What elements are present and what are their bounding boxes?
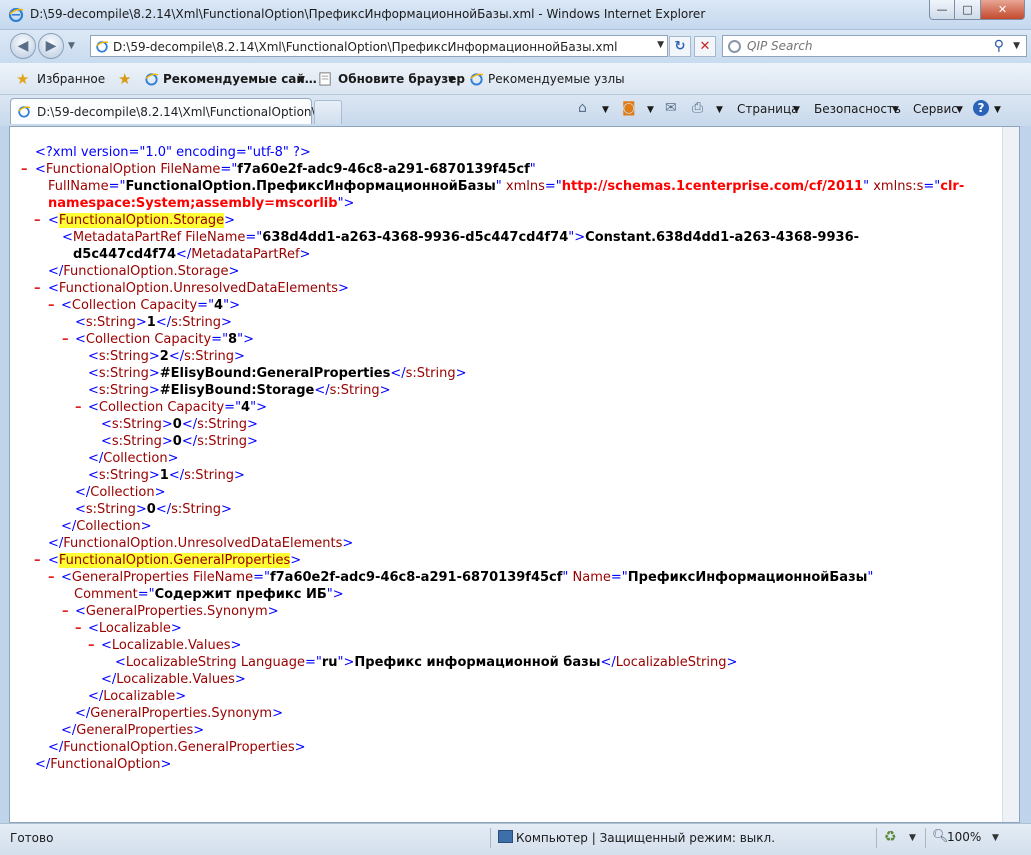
favorites-bar: ★ Избранное ★ Рекомендуемые сай… ▼ Обнов… [0, 63, 1031, 95]
help-button[interactable]: ? [973, 100, 989, 116]
favorite-item-recommended-nodes[interactable]: Рекомендуемые узлы [488, 72, 625, 86]
search-icon[interactable]: ⚲ [994, 38, 1004, 54]
safety-menu-button[interactable]: Безопасность [814, 102, 901, 116]
collapse-toggle[interactable]: – [62, 603, 69, 620]
zoom-level[interactable]: 100% [947, 830, 981, 844]
chevron-down-icon[interactable]: ▼ [892, 105, 899, 115]
new-tab-button[interactable] [314, 100, 342, 124]
mail-icon[interactable]: ✉ [665, 100, 677, 116]
stop-icon: ✕ [699, 39, 711, 54]
collapse-toggle[interactable]: – [34, 212, 41, 229]
collapse-toggle[interactable]: – [62, 331, 69, 348]
status-text: Готово [10, 831, 54, 845]
collapse-toggle[interactable]: – [34, 280, 41, 297]
vertical-scrollbar[interactable] [1002, 127, 1019, 822]
chevron-down-icon[interactable]: ▼ [956, 105, 963, 115]
ie-page-icon [18, 106, 31, 118]
favorite-item-update-browser[interactable]: Обновите браузер [338, 72, 465, 86]
close-button[interactable]: ✕ [981, 0, 1025, 20]
status-divider [925, 828, 926, 848]
minimize-button[interactable]: — [929, 0, 955, 20]
chevron-down-icon[interactable]: ▼ [716, 105, 723, 115]
chevron-down-icon[interactable]: ▼ [647, 105, 654, 115]
address-bar[interactable]: D:\59-decompile\8.2.14\Xml\FunctionalOpt… [90, 35, 668, 57]
add-favorites-icon[interactable]: ★ [118, 70, 131, 88]
ie-page-icon [470, 73, 484, 86]
refresh-button[interactable]: ↻ [669, 36, 691, 57]
tab-bar: D:\59-decompile\8.2.14\Xml\FunctionalOpt… [0, 95, 1031, 126]
stop-button[interactable]: ✕ [694, 36, 716, 57]
collapse-toggle[interactable]: – [48, 297, 55, 314]
search-box[interactable]: ⚲ ▼ [722, 35, 1027, 57]
tab-label: D:\59-decompile\8.2.14\Xml\FunctionalOpt… [37, 105, 328, 119]
collapse-toggle[interactable]: – [75, 620, 82, 637]
collapse-toggle[interactable]: – [21, 161, 28, 178]
chevron-down-icon[interactable]: ▼ [909, 833, 916, 843]
chevron-down-icon[interactable]: ▼ [298, 75, 305, 85]
window-title: D:\59-decompile\8.2.14\Xml\FunctionalOpt… [30, 7, 706, 21]
page-menu-button[interactable]: Страница [737, 102, 799, 116]
tools-menu-button[interactable]: Сервис [913, 102, 958, 116]
window-controls: — □ ✕ [929, 0, 1025, 20]
collapse-toggle[interactable]: – [48, 569, 55, 586]
back-button[interactable]: ◀ [10, 33, 36, 59]
maximize-button[interactable]: □ [955, 0, 981, 20]
arrow-left-icon: ◀ [17, 38, 29, 54]
forward-button[interactable]: ▶ [38, 33, 64, 59]
refresh-icon: ↻ [674, 39, 686, 54]
ie-page-icon [145, 73, 159, 86]
status-bar: Готово Компьютер | Защищенный режим: вык… [0, 823, 1031, 855]
qip-logo-icon [728, 40, 741, 53]
favorites-button[interactable]: Избранное [37, 72, 105, 86]
ie-page-icon [96, 41, 109, 53]
status-divider [876, 828, 877, 848]
status-divider [490, 828, 491, 848]
address-text[interactable]: D:\59-decompile\8.2.14\Xml\FunctionalOpt… [113, 40, 617, 54]
ie-logo-icon [8, 7, 24, 22]
chevron-down-icon[interactable]: ▼ [602, 105, 609, 115]
arrow-right-icon: ▶ [45, 38, 57, 54]
protected-mode-icon[interactable]: ♻ [884, 829, 897, 845]
collapse-toggle[interactable]: – [88, 637, 95, 654]
ie-page-icon [319, 72, 331, 86]
chevron-down-icon[interactable]: ▼ [992, 833, 999, 843]
chevron-down-icon[interactable]: ▼ [793, 105, 800, 115]
navigation-bar: ◀ ▶ ▼ D:\59-decompile\8.2.14\Xml\Functio… [0, 30, 1031, 63]
document-viewport: <?xml version="1.0" encoding="utf-8" ?> … [9, 126, 1020, 823]
favorites-star-icon[interactable]: ★ [16, 70, 29, 88]
print-icon[interactable]: ⎙ [692, 100, 703, 116]
chevron-down-icon[interactable]: ▼ [448, 75, 455, 85]
rss-feed-icon[interactable]: ◙ [622, 100, 636, 116]
search-options-dropdown[interactable]: ▼ [1013, 41, 1020, 51]
chevron-down-icon[interactable]: ▼ [994, 105, 1001, 115]
collapse-toggle[interactable]: – [75, 399, 82, 416]
home-icon[interactable]: ⌂ [578, 100, 587, 116]
search-input[interactable] [747, 39, 987, 53]
title-bar: D:\59-decompile\8.2.14\Xml\FunctionalOpt… [0, 0, 1031, 30]
computer-icon [498, 830, 513, 843]
security-zone[interactable]: Компьютер | Защищенный режим: выкл. [516, 831, 775, 845]
address-dropdown[interactable]: ▼ [657, 40, 664, 50]
collapse-toggle[interactable]: – [34, 552, 41, 569]
tab-xml-file[interactable]: D:\59-decompile\8.2.14\Xml\FunctionalOpt… [10, 98, 327, 124]
recent-pages-dropdown[interactable]: ▼ [68, 41, 75, 51]
favorite-item-recommended-sites[interactable]: Рекомендуемые сай… [163, 72, 317, 86]
